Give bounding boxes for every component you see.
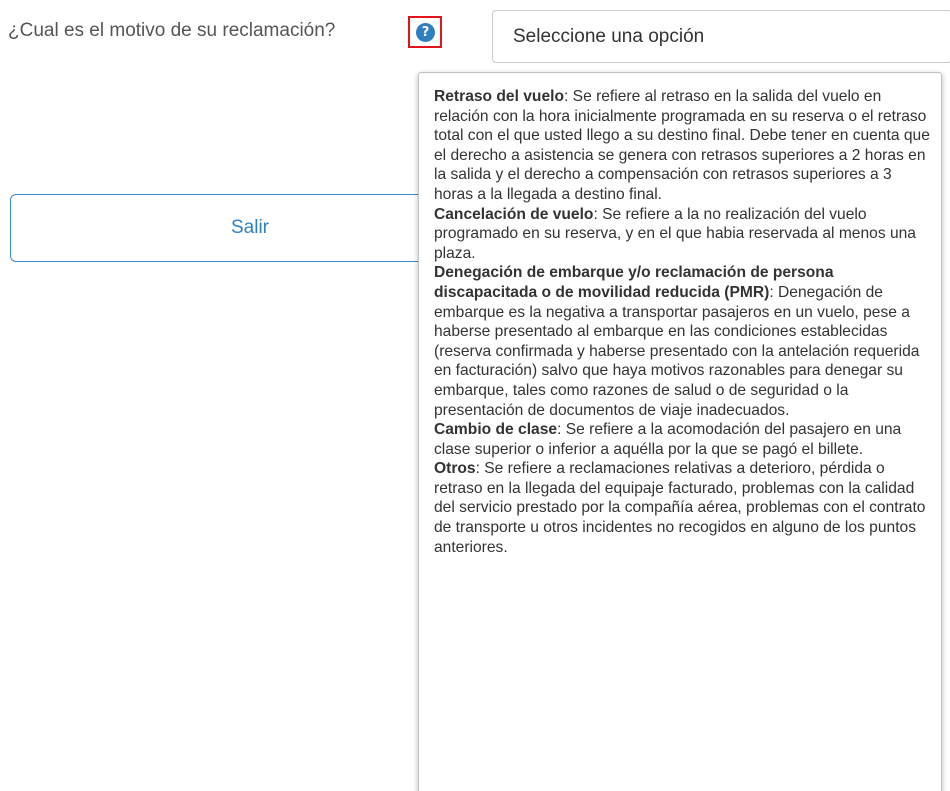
question-label: ¿Cual es el motivo de su reclamación?	[8, 20, 336, 41]
tooltip-description: : Denegación de embarque es la negativa …	[434, 283, 920, 419]
tooltip-item: Cancelación de vuelo: Se refiere a la no…	[434, 205, 933, 264]
reason-select[interactable]: Seleccione una opción	[492, 10, 950, 63]
tooltip-item: Otros: Se refiere a reclamaciones relati…	[434, 459, 933, 557]
tooltip-item: Cambio de clase: Se refiere a la acomoda…	[434, 420, 933, 459]
claim-form: ¿Cual es el motivo de su reclamación? ? …	[0, 0, 950, 791]
tooltip-description: : Se refiere a reclamaciones relativas a…	[434, 460, 926, 556]
help-tooltip: Retraso del vuelo: Se refiere al retraso…	[418, 72, 942, 791]
tooltip-term: Cambio de clase	[434, 421, 558, 439]
tooltip-item: Denegación de embarque y/o reclamación d…	[434, 263, 933, 420]
tooltip-item: Retraso del vuelo: Se refiere al retraso…	[434, 87, 933, 205]
tooltip-term: Retraso del vuelo	[434, 88, 564, 105]
help-highlight[interactable]: ?	[408, 16, 442, 48]
tooltip-description: : Se refiere al retraso en la salida del…	[434, 88, 930, 203]
question-circle-icon[interactable]: ?	[416, 23, 435, 42]
tooltip-term: Otros	[434, 460, 476, 478]
tooltip-term: Cancelación de vuelo	[434, 205, 594, 223]
